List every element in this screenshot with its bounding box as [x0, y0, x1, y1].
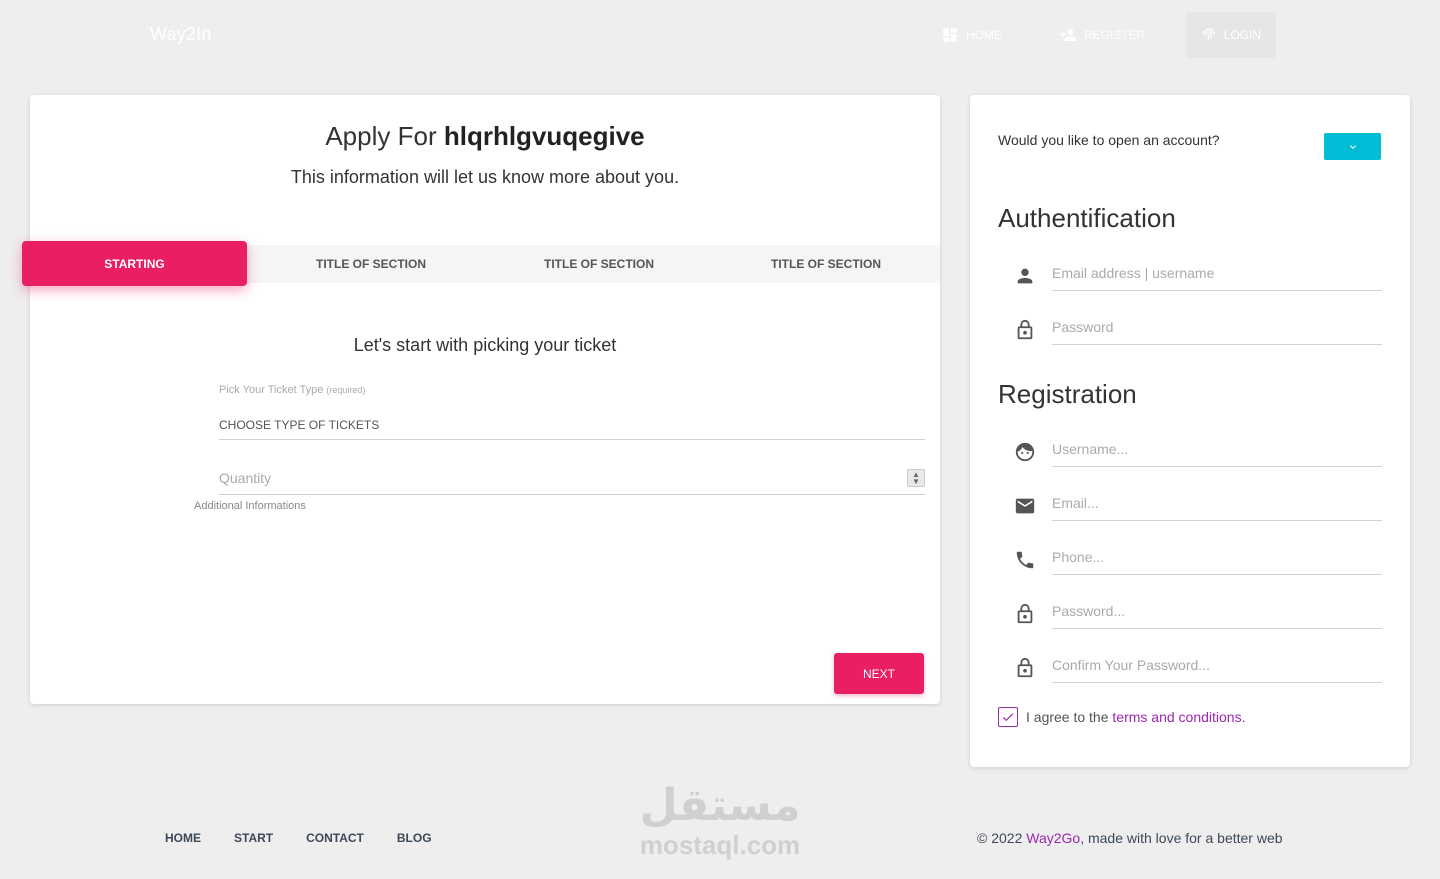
copyright-suffix: , made with love for a better web: [1080, 830, 1283, 846]
footer-link-home[interactable]: HOME: [165, 831, 201, 845]
quantity-stepper[interactable]: ▲ ▼: [907, 469, 925, 487]
wizard-subtitle: This information will let us know more a…: [290, 167, 680, 187]
email-icon: [1015, 498, 1035, 514]
auth-heading: Authentification: [998, 203, 1176, 233]
fingerprint-icon: [1202, 28, 1215, 40]
auth-password-input[interactable]: Password: [1052, 311, 1382, 345]
ticket-type-select[interactable]: CHOOSE TYPE OF TICKETS: [219, 418, 925, 440]
nav-login-label: LOGIN: [1223, 28, 1261, 42]
reg-username-input[interactable]: Username...: [1052, 433, 1382, 467]
reg-username-field[interactable]: Username...: [1010, 433, 1382, 467]
auth-email-input[interactable]: Email address | username: [1052, 257, 1382, 291]
next-button[interactable]: NEXT: [834, 653, 924, 694]
wizard-title-prefix: Apply For: [325, 121, 437, 151]
navbar: Way2In HOME REGISTER LOGIN: [0, 0, 1440, 70]
watermark-latin: mostaql.com: [639, 830, 801, 860]
reg-password-placeholder: Password...: [1052, 603, 1126, 619]
dashboard-icon: [943, 28, 957, 42]
tab-section-4[interactable]: TITLE OF SECTION: [712, 245, 940, 283]
phone-icon: [1016, 551, 1034, 569]
ticket-type-label: Pick Your Ticket Type (required): [219, 384, 365, 396]
quantity-placeholder: Quantity: [219, 470, 272, 486]
reg-confirm-password-field[interactable]: Confirm Your Password...: [1010, 649, 1382, 683]
open-account-dropdown-button[interactable]: [1324, 133, 1381, 160]
wizard-title-name: hlqrhlgvuqegive: [443, 121, 645, 151]
person-add-icon: [1059, 29, 1077, 41]
terms-suffix: .: [1241, 709, 1246, 725]
watermark-logo: مستقل mostaql.com: [632, 780, 808, 858]
reg-password-input[interactable]: Password...: [1052, 595, 1382, 629]
reg-confirm-password-input[interactable]: Confirm Your Password...: [1052, 649, 1382, 683]
reg-email-input[interactable]: Email...: [1052, 487, 1382, 521]
auth-password-field[interactable]: Password: [1010, 311, 1382, 345]
account-card: Would you like to open an account? Authe…: [970, 95, 1410, 767]
lock-icon: [1017, 319, 1033, 340]
auth-password-placeholder: Password: [1052, 319, 1114, 335]
quantity-input[interactable]: Quantity ▲ ▼: [219, 465, 925, 495]
copyright: © 2022 Way2Go, made with love for a bett…: [977, 830, 1283, 846]
terms-link[interactable]: terms and conditions: [1112, 709, 1241, 725]
face-icon: [1015, 442, 1035, 462]
tab-section-3[interactable]: TITLE OF SECTION: [485, 245, 713, 283]
brand-logo[interactable]: Way2In: [150, 24, 212, 45]
terms-label: I agree to the terms and conditions.: [1026, 709, 1245, 725]
footer-link-blog[interactable]: BLOG: [397, 831, 432, 845]
chevron-down-icon: [1349, 144, 1356, 149]
reg-confirm-password-placeholder: Confirm Your Password...: [1052, 657, 1210, 673]
nav-login[interactable]: LOGIN: [1186, 12, 1276, 58]
nav-home[interactable]: HOME: [926, 12, 1017, 58]
copyright-prefix: © 2022: [977, 830, 1023, 846]
nav-home-label: HOME: [966, 28, 1002, 42]
footer-link-start[interactable]: START: [234, 831, 273, 845]
reg-phone-field[interactable]: Phone...: [1010, 541, 1382, 575]
reg-phone-placeholder: Phone...: [1052, 549, 1105, 565]
nav-register[interactable]: REGISTER: [1044, 12, 1160, 58]
tab-section-2[interactable]: TITLE OF SECTION: [257, 245, 485, 283]
lock-icon: [1017, 603, 1033, 624]
auth-email-field[interactable]: Email address | username: [1010, 257, 1382, 291]
reg-password-field[interactable]: Password...: [1010, 595, 1382, 629]
auth-email-placeholder: Email address | username: [1052, 265, 1215, 281]
open-account-question: Would you like to open an account?: [998, 132, 1220, 148]
registration-heading: Registration: [998, 379, 1137, 409]
lock-icon: [1017, 657, 1033, 678]
terms-checkbox[interactable]: [998, 707, 1018, 727]
person-icon: [1017, 268, 1033, 284]
nav-register-label: REGISTER: [1084, 28, 1146, 42]
reg-email-field[interactable]: Email...: [1010, 487, 1382, 521]
additional-info-label: Additional Informations: [194, 500, 306, 512]
check-icon: [1002, 713, 1014, 722]
watermark-arabic: مستقل: [639, 780, 801, 831]
wizard-card: Apply For hlqrhlgvuqegive This informati…: [22, 95, 940, 704]
reg-phone-input[interactable]: Phone...: [1052, 541, 1382, 575]
reg-username-placeholder: Username...: [1052, 441, 1129, 457]
ticket-type-label-text: Pick Your Ticket Type: [219, 384, 324, 396]
footer-link-contact[interactable]: CONTACT: [306, 831, 364, 845]
reg-email-placeholder: Email...: [1052, 495, 1099, 511]
tab-starting[interactable]: STARTING: [22, 241, 247, 286]
terms-text: I agree to the: [1026, 709, 1109, 725]
copyright-brand-link[interactable]: Way2Go: [1026, 830, 1080, 846]
terms-agreement: I agree to the terms and conditions.: [998, 707, 1245, 727]
required-note: (required): [326, 385, 366, 395]
footer-nav: HOME START CONTACT BLOG: [165, 831, 432, 845]
wizard-title: Apply For hlqrhlgvuqegive: [30, 121, 940, 152]
section-title: Let's start with picking your ticket: [353, 335, 617, 355]
